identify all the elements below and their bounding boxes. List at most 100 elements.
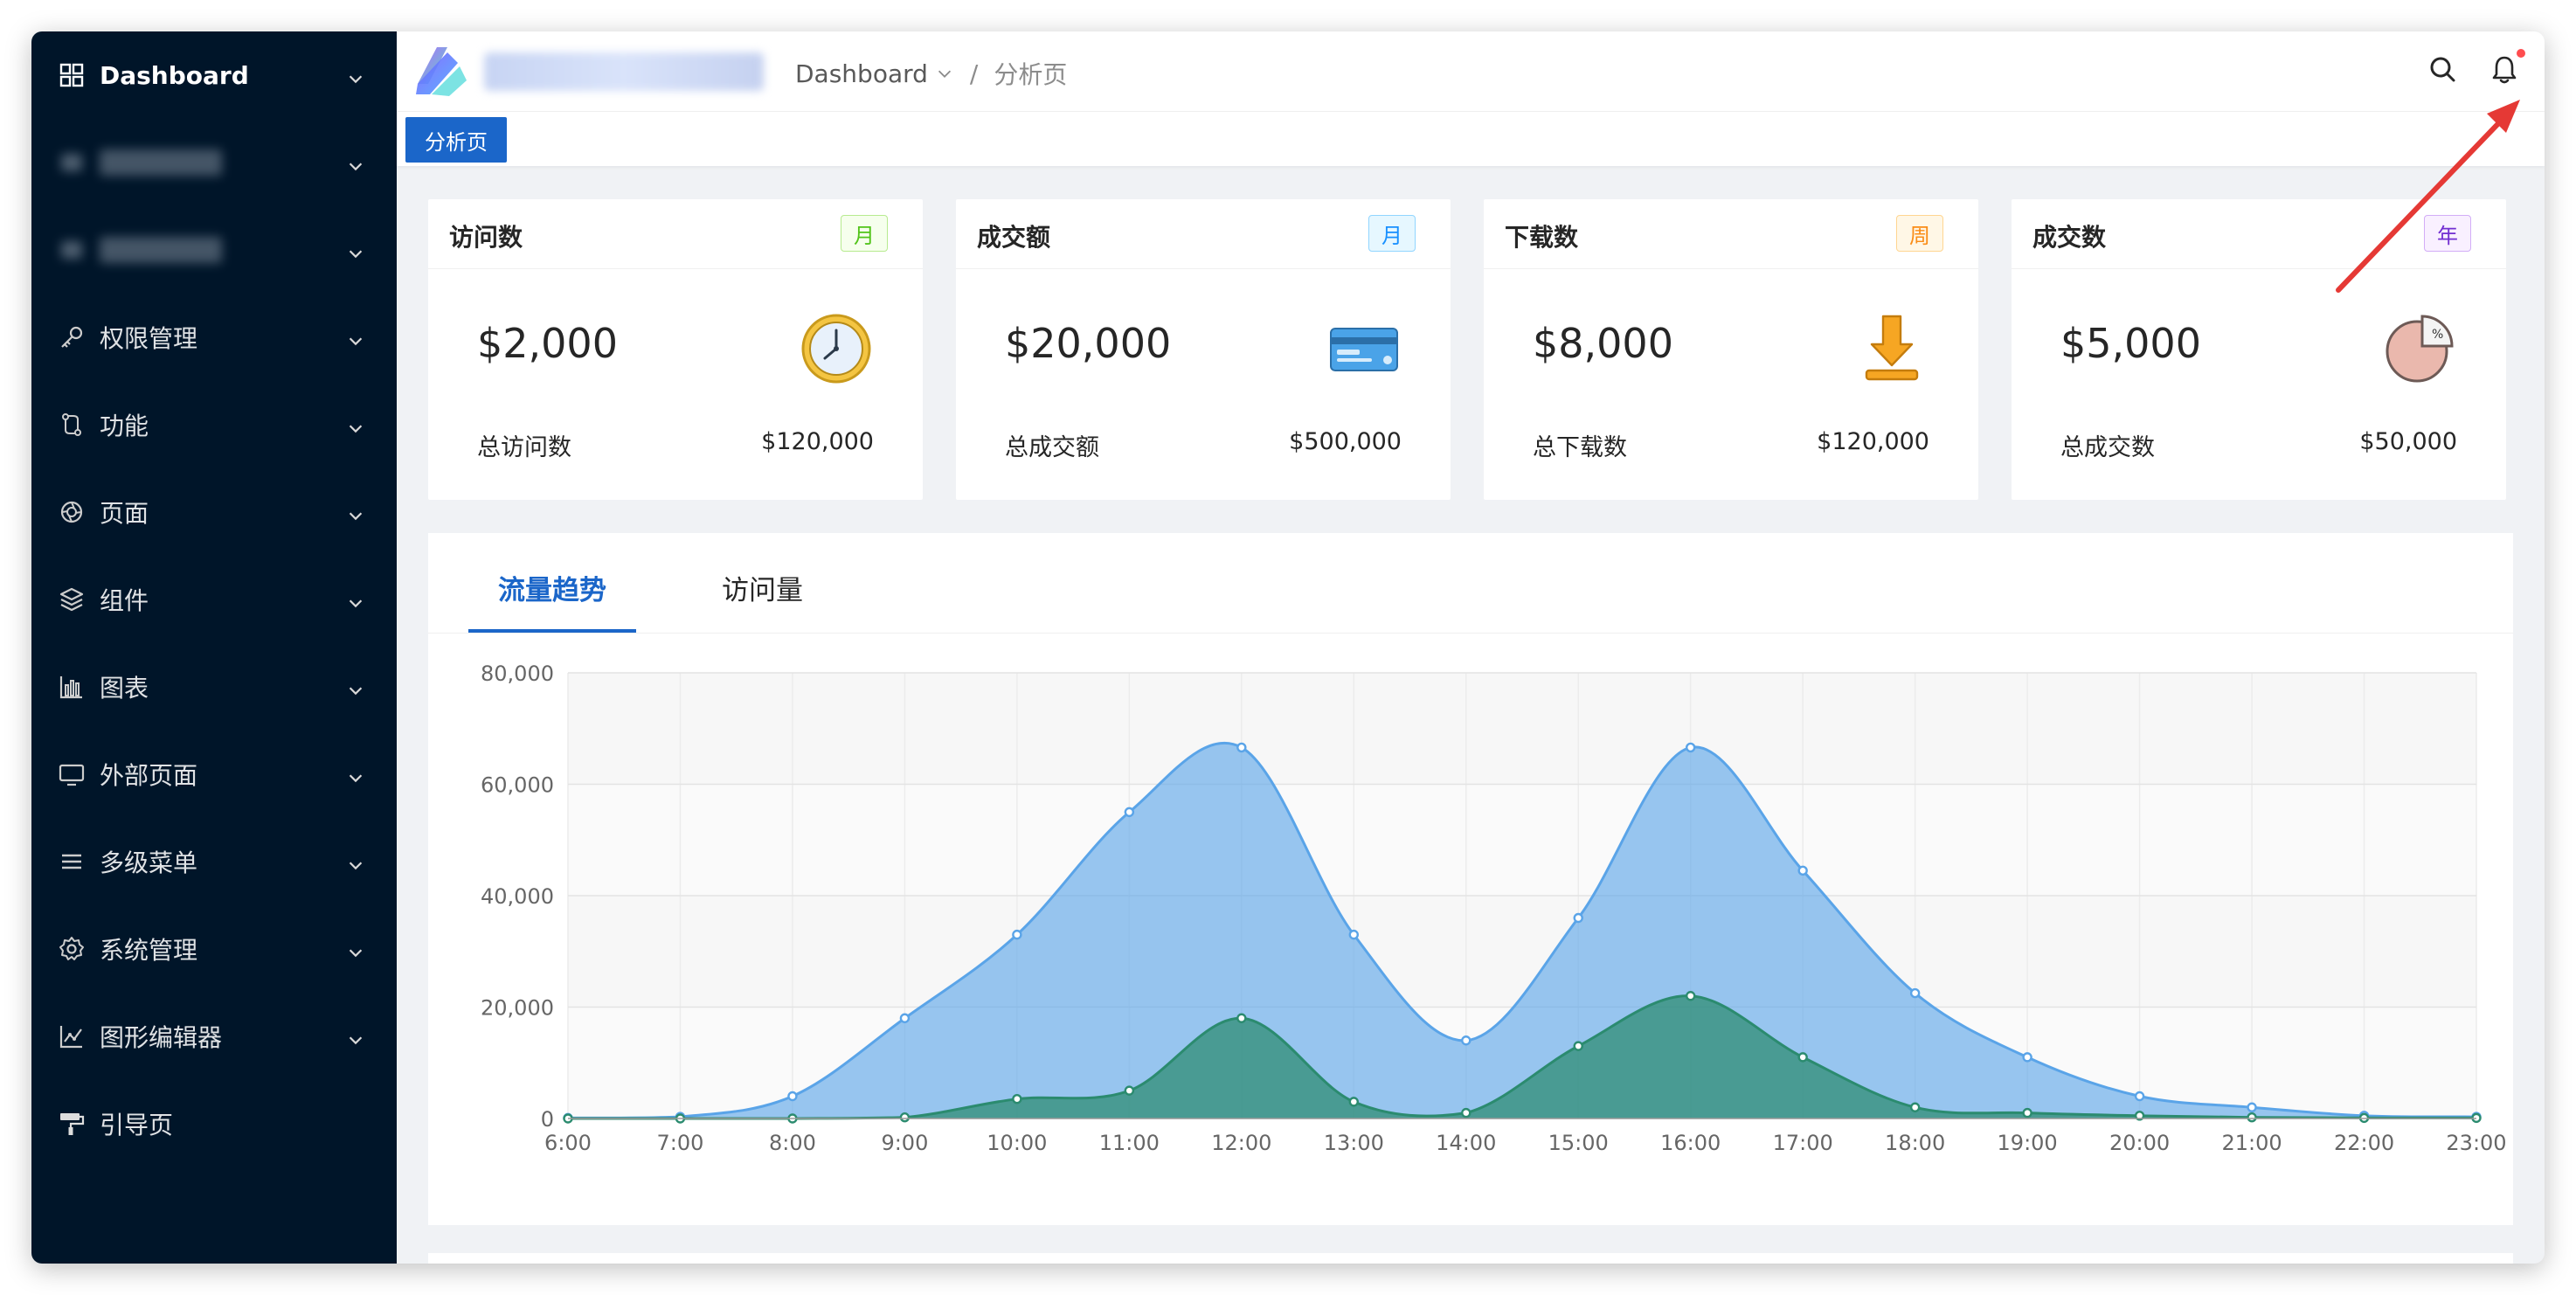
- sidebar-item-8[interactable]: 外部页面: [31, 731, 397, 818]
- stat-card-value: $8,000: [1533, 320, 1673, 367]
- chevron-down-icon: [346, 939, 365, 959]
- sidebar-item-label: 页面: [100, 499, 149, 528]
- notification-button[interactable]: [2482, 49, 2525, 93]
- stat-card-value: $2,000: [477, 320, 618, 367]
- stat-card-total-value: $500,000: [1289, 428, 1402, 455]
- x-tick-label: 8:00: [769, 1131, 816, 1155]
- bell-icon: [2492, 56, 2517, 84]
- sidebar-item-4[interactable]: 功能: [31, 381, 397, 468]
- sidebar-item-3[interactable]: 权限管理: [31, 294, 397, 381]
- x-tick-label: 15:00: [1548, 1131, 1609, 1155]
- line-chart-icon: [58, 1022, 86, 1050]
- paint-roller-icon: [58, 1110, 86, 1138]
- data-point: [899, 1112, 911, 1123]
- stat-card-total-value: $50,000: [2359, 428, 2457, 455]
- chevron-down-icon: [346, 590, 365, 609]
- breadcrumb-dashboard[interactable]: Dashboard: [795, 59, 928, 88]
- data-point: [1124, 1085, 1135, 1096]
- stat-card-value: $5,000: [2060, 320, 2201, 367]
- svg-text:%: %: [2432, 328, 2443, 342]
- x-tick-label: 10:00: [987, 1131, 1047, 1155]
- sidebar-item-9[interactable]: 多级菜单: [31, 818, 397, 905]
- x-tick-label: 23:00: [2446, 1131, 2506, 1155]
- sidebar-item-label: 图表: [100, 674, 149, 703]
- swap-icon: [58, 411, 86, 439]
- period-tag: 年: [2424, 215, 2471, 252]
- x-tick-label: 20:00: [2109, 1131, 2170, 1155]
- chevron-down-icon: [346, 852, 365, 871]
- data-point: [1348, 1097, 1359, 1107]
- x-tick-label: 22:00: [2334, 1131, 2394, 1155]
- period-tag: 周: [1896, 215, 1943, 252]
- chevron-down-icon: [346, 153, 365, 172]
- x-tick-label: 17:00: [1773, 1131, 1833, 1155]
- grid-band: [568, 896, 2476, 1008]
- stat-card-total-value: $120,000: [1817, 428, 1929, 455]
- data-point: [1461, 1107, 1472, 1118]
- sidebar-item-12[interactable]: 引导页: [31, 1080, 397, 1167]
- site-title-blurred: [484, 52, 764, 91]
- sidebar-item-hidden-1[interactable]: [31, 119, 397, 206]
- tab-traffic-trend[interactable]: 流量趋势: [498, 568, 606, 607]
- stat-card-total-label: 总成交额: [1005, 434, 1099, 461]
- tab-analysis[interactable]: 分析页: [405, 117, 507, 163]
- period-tag: 月: [1368, 215, 1416, 252]
- clock-icon: [799, 311, 874, 386]
- x-tick-label: 13:00: [1324, 1131, 1384, 1155]
- dashboard-icon: [58, 61, 86, 89]
- chevron-down-icon[interactable]: [935, 64, 954, 83]
- stat-card: 访问数 月 $2,000 总访问数 $120,000: [428, 199, 923, 500]
- notification-badge-dot: [2517, 49, 2525, 58]
- y-tick-label: 80,000: [481, 661, 554, 686]
- sidebar-item-label: 多级菜单: [100, 848, 198, 877]
- blurred-icon: [58, 236, 86, 264]
- y-tick-label: 40,000: [481, 884, 554, 909]
- stat-card-title: 下载数: [1505, 223, 1579, 252]
- stat-card-header: 访问数 月: [428, 199, 923, 269]
- app-window: Dashboard 权限管理功能页面组件图表外部页面多级菜单系统管理 图形编辑器 引导…: [31, 31, 2545, 1264]
- credit-card-icon: [1326, 311, 1402, 386]
- y-tick-label: 0: [541, 1107, 554, 1132]
- blurred-icon: [58, 149, 86, 177]
- sidebar-item-label: 功能: [100, 412, 149, 440]
- stat-card-title: 访问数: [449, 223, 523, 252]
- data-point: [1236, 742, 1247, 753]
- sidebar-item-6[interactable]: 组件: [31, 556, 397, 643]
- chevron-down-icon: [346, 240, 365, 260]
- stat-card-header: 成交额 月: [956, 199, 1451, 269]
- search-icon[interactable]: [2426, 52, 2461, 87]
- stat-card-title: 成交额: [977, 223, 1051, 252]
- sidebar-item-5[interactable]: 页面: [31, 468, 397, 556]
- data-point: [1573, 912, 1583, 924]
- stat-card-header: 下载数 周: [1484, 199, 1978, 269]
- data-point: [1124, 807, 1135, 818]
- sidebar-item-label: 权限管理: [100, 324, 198, 353]
- sidebar-item-label: 外部页面: [100, 761, 198, 790]
- sidebar-item-7[interactable]: 图表: [31, 643, 397, 731]
- sidebar-item-10[interactable]: 系统管理: [31, 905, 397, 993]
- period-tag: 月: [841, 215, 888, 252]
- tab-visits[interactable]: 访问量: [722, 568, 803, 607]
- sidebar-item-label: 组件: [100, 586, 149, 615]
- data-point: [1686, 742, 1696, 753]
- data-point: [2022, 1052, 2032, 1063]
- sidebar-item-hidden-2[interactable]: [31, 206, 397, 294]
- x-tick-label: 18:00: [1885, 1131, 1945, 1155]
- stat-card-header: 成交数 年: [2012, 199, 2506, 269]
- x-tick-label: 21:00: [2221, 1131, 2282, 1155]
- sidebar-item-0[interactable]: Dashboard: [31, 31, 397, 119]
- tab-bar: 分析页: [397, 112, 2545, 166]
- x-tick-label: 12:00: [1211, 1131, 1271, 1155]
- data-point: [2134, 1091, 2145, 1102]
- stat-card: 成交额 月 $20,000 总成交额 $500,000: [956, 199, 1451, 500]
- data-point: [1573, 1041, 1583, 1051]
- x-tick-label: 7:00: [657, 1131, 704, 1155]
- chevron-down-icon: [346, 765, 365, 784]
- sidebar-item-label: Dashboard: [100, 60, 249, 90]
- stat-card-total-label: 总访问数: [477, 434, 571, 461]
- chevron-down-icon: [346, 328, 365, 347]
- stat-card: 成交数 年 $5,000 % 总成交数 $50,000: [2012, 199, 2506, 500]
- key-icon: [58, 323, 86, 351]
- sidebar-item-11[interactable]: 图形编辑器: [31, 993, 397, 1080]
- stat-card-value: $20,000: [1005, 320, 1172, 367]
